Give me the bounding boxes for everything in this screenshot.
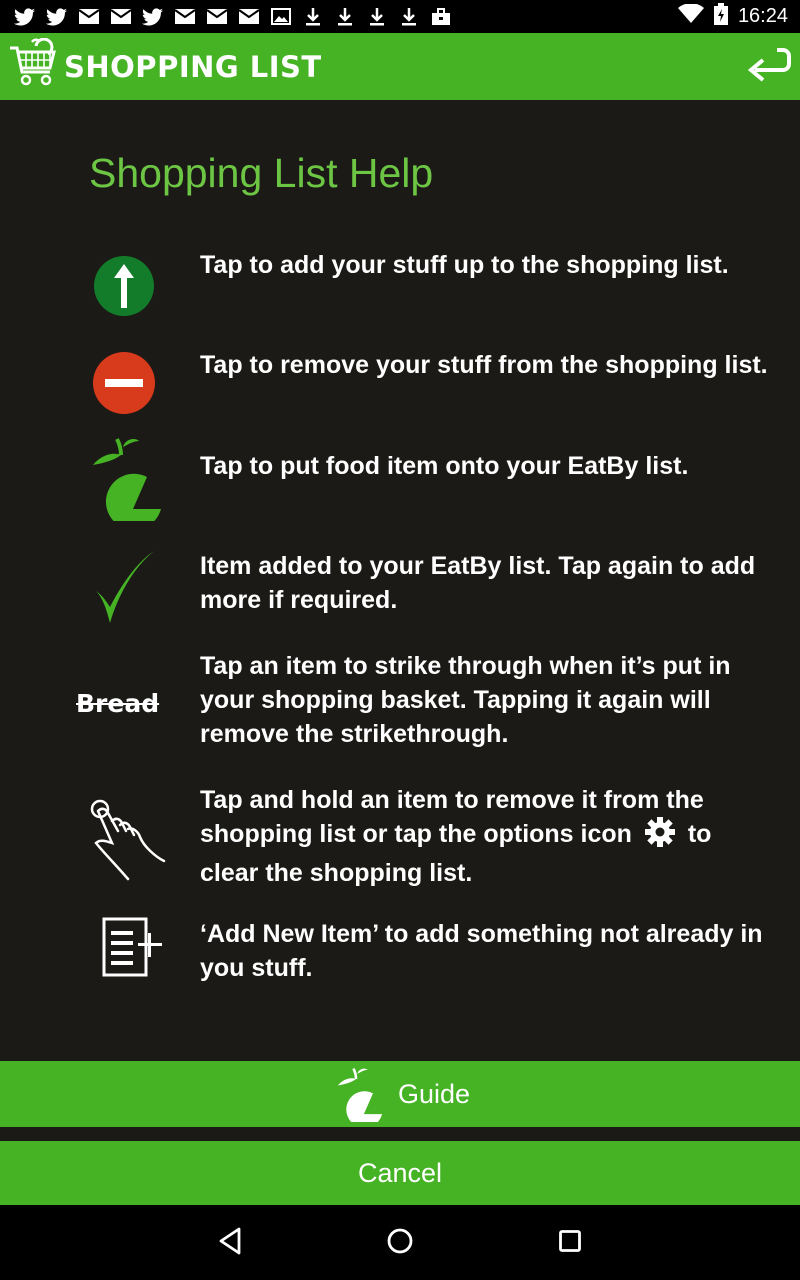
eatby-leaf-icon (330, 1066, 386, 1122)
red-remove-icon (74, 348, 174, 418)
mail-icon (206, 7, 228, 27)
system-status: 16:24 (677, 0, 788, 33)
green-up-arrow-icon (74, 252, 174, 320)
download-icon (366, 7, 388, 27)
app-brand: SHOPPING LIST (8, 37, 322, 95)
back-triangle-icon (217, 1227, 243, 1260)
app-title: SHOPPING LIST (64, 49, 322, 84)
twitter-icon (46, 7, 68, 27)
help-item-text: ‘Add New Item’ to add something not alre… (200, 920, 763, 982)
help-item-text-before: Tap and hold an item to remove it from t… (200, 786, 704, 848)
nav-recents-button[interactable] (550, 1223, 590, 1263)
system-nav-bar (0, 1205, 800, 1280)
twitter-icon (14, 7, 36, 27)
back-button[interactable] (746, 45, 792, 89)
download-icon (302, 7, 324, 27)
image-icon (270, 7, 292, 27)
strikethrough-example-word: Bread (76, 688, 160, 718)
help-item-text: Tap to put food item onto your EatBy lis… (200, 452, 689, 480)
help-item-text: Tap an item to strike through when it’s … (200, 652, 731, 748)
mail-icon (238, 7, 260, 27)
help-title: Shopping List Help (89, 150, 434, 196)
mail-icon (174, 7, 196, 27)
clock: 16:24 (737, 5, 788, 27)
help-item-text: Tap and hold an item to remove it from t… (200, 783, 770, 890)
strikethrough-example: Bread (76, 683, 176, 723)
download-icon (398, 7, 420, 27)
notification-icons (14, 7, 452, 27)
cancel-button-label: Cancel (357, 1157, 443, 1188)
help-item-text: Tap to add your stuff up to the shopping… (200, 251, 729, 279)
nav-home-button[interactable] (380, 1223, 420, 1263)
shopping-cart-logo-icon (8, 37, 60, 95)
add-new-item-icon (74, 917, 174, 979)
guide-button[interactable]: Guide (0, 1061, 800, 1127)
battery-icon (713, 3, 728, 30)
download-icon (334, 7, 356, 27)
nav-back-button[interactable] (210, 1223, 250, 1263)
status-bar: 16:24 (0, 0, 800, 33)
green-checkmark-icon (74, 549, 174, 627)
gear-icon (644, 817, 675, 856)
wifi-icon (677, 3, 704, 29)
twitter-icon (142, 7, 164, 27)
home-circle-icon (386, 1227, 414, 1260)
guide-button-label: Guide (397, 1078, 471, 1109)
mail-icon (78, 7, 100, 27)
briefcase-icon (430, 7, 452, 27)
mail-icon (110, 7, 132, 27)
help-item-text: Item added to your EatBy list. Tap again… (200, 552, 756, 614)
back-arrow-icon (747, 47, 791, 87)
app-bar: SHOPPING LIST (0, 33, 800, 100)
tap-hold-hand-icon (74, 791, 174, 881)
eatby-leaf-icon (74, 435, 174, 521)
cancel-button[interactable]: Cancel (0, 1141, 800, 1205)
recents-square-icon (558, 1229, 582, 1258)
help-item-text: Tap to remove your stuff from the shoppi… (200, 351, 768, 379)
